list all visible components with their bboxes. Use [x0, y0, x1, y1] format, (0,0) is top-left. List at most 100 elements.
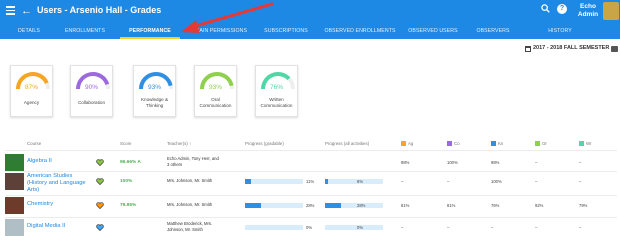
- tab-enrollments[interactable]: ENROLLMENTS: [60, 24, 110, 39]
- user-name-line1: Echo: [580, 3, 596, 10]
- course-thumbnail[interactable]: [5, 197, 24, 214]
- header-progress-gradable[interactable]: Progress (gradable): [245, 141, 284, 146]
- score-value: 79.95%: [120, 203, 137, 208]
- tab-observed-enrollments[interactable]: OBSERVED ENROLLMENTS: [322, 24, 398, 39]
- course-name-line1: American Studies: [27, 173, 73, 179]
- page-title: Users - Arsenio Hall - Grades: [37, 5, 162, 15]
- menu-icon[interactable]: [6, 6, 15, 15]
- performance-card[interactable]: 87% Agency: [10, 65, 53, 117]
- course-name-line2: (History and Language: [27, 180, 86, 186]
- course-name-line1: Chemistry: [27, 201, 54, 207]
- tab-observers[interactable]: OBSERVERS: [470, 24, 516, 39]
- course-link[interactable]: American Studies (History and Language Art…: [27, 173, 86, 194]
- course-thumbnail[interactable]: [5, 219, 24, 236]
- outcome-kn-value: 76%: [491, 203, 500, 208]
- header-or[interactable]: Or: [535, 141, 547, 146]
- course-name-line3: Arts): [27, 187, 40, 193]
- outcome-wr-value: 79%: [579, 203, 588, 208]
- wr-swatch: [579, 141, 584, 146]
- header-kn[interactable]: Kn: [491, 141, 503, 146]
- outcome-or-value: 92%: [535, 203, 544, 208]
- user-name-line2: Admin: [577, 11, 599, 18]
- teachers: Mrs. Johnson, Mr. Smith: [167, 202, 247, 208]
- tab-domain-permissions[interactable]: DOMAIN PERMISSIONS: [184, 24, 250, 39]
- teachers-line1: Mrs. Johnson, Mr. Smith: [167, 202, 213, 207]
- progress-all-label: 6%: [357, 179, 364, 184]
- header-co[interactable]: Co: [447, 141, 460, 146]
- avatar[interactable]: [603, 2, 619, 20]
- course-thumbnail[interactable]: [5, 154, 24, 171]
- row-divider: [5, 217, 617, 218]
- header-divider: [5, 150, 617, 151]
- outcome-ag-value: –: [401, 225, 404, 230]
- teachers: Echo Admin, Tony Herr, and 3 others: [167, 156, 247, 167]
- row-divider: [5, 171, 617, 172]
- card-percentage: 87%: [24, 84, 38, 91]
- progress-gradable-bar: [245, 203, 303, 208]
- card-label: Oral Communication: [195, 97, 236, 109]
- tab-observed-users[interactable]: OBSERVED USERS: [404, 24, 462, 39]
- help-icon[interactable]: ?: [557, 4, 567, 14]
- progress-gradable-fill: [245, 203, 262, 208]
- outcome-kn-value: 98%: [491, 160, 500, 165]
- outcome-wr-value: –: [579, 225, 582, 230]
- header-ag-label: Ag: [408, 141, 414, 146]
- progress-gradable-label: 11%: [306, 179, 315, 184]
- progress-all-fill: [325, 203, 342, 208]
- course-name-line1: Digital Media II: [27, 223, 66, 229]
- progress-gradable-fill: [245, 179, 252, 184]
- card-label: Agency: [11, 100, 52, 106]
- teachers-line2: 3 others: [167, 161, 183, 167]
- card-percentage: 93%: [208, 84, 222, 91]
- teachers-line1: Mrs. Johnson, Mr. Smith: [167, 178, 213, 183]
- app-header: ← Users - Arsenio Hall - Grades ? Echo A…: [0, 0, 620, 24]
- outcome-kn-value: –: [491, 225, 494, 230]
- performance-card[interactable]: 93% Oral Communication: [194, 65, 237, 117]
- tab-performance[interactable]: PERFORMANCE: [120, 24, 180, 39]
- course-link[interactable]: Chemistry: [27, 201, 53, 208]
- heart-icon: [96, 159, 104, 166]
- outcome-wr-value: –: [579, 160, 582, 165]
- course-thumbnail[interactable]: [5, 173, 24, 190]
- outcome-co-value: –: [447, 179, 450, 184]
- teachers-line2: Johnson, Mr. Smith: [167, 226, 203, 232]
- header-progress-all[interactable]: Progress (all activities): [325, 141, 369, 146]
- progress-gradable-label: 0%: [306, 225, 313, 230]
- performance-card[interactable]: 76% Written Communication: [255, 65, 298, 117]
- card-label: Knowledge & Thinking: [134, 97, 175, 109]
- performance-card[interactable]: 90% Collaboration: [70, 65, 113, 117]
- performance-card[interactable]: 93% Knowledge & Thinking: [133, 65, 176, 117]
- user-name[interactable]: Echo Admin: [574, 3, 602, 19]
- print-icon[interactable]: [611, 46, 618, 52]
- progress-all-bar: [325, 225, 383, 230]
- back-arrow-icon[interactable]: ←: [21, 3, 32, 19]
- heart-icon: [96, 224, 104, 231]
- course-link[interactable]: Digital Media II: [27, 223, 65, 230]
- header-co-label: Co: [454, 141, 460, 146]
- outcome-ag-value: 81%: [401, 203, 410, 208]
- card-label: Collaboration: [71, 100, 112, 106]
- header-ag[interactable]: Ag: [401, 141, 413, 146]
- semester-selector[interactable]: 2017 - 2018 FALL SEMESTER: [533, 45, 609, 51]
- tab-details[interactable]: DETAILS: [6, 24, 52, 39]
- card-percentage: 93%: [147, 84, 161, 91]
- progress-all-label: 28%: [357, 203, 366, 208]
- header-course[interactable]: Course: [27, 141, 41, 146]
- card-label-line1: Collaboration: [77, 100, 106, 105]
- card-label-line1: Agency: [23, 100, 40, 105]
- outcome-kn-value: 100%: [491, 179, 502, 184]
- header-score[interactable]: Score: [120, 141, 131, 146]
- tab-subscriptions[interactable]: SUBSCRIPTIONS: [258, 24, 314, 39]
- progress-gradable-label: 28%: [306, 203, 315, 208]
- course-link[interactable]: Algebra II: [27, 158, 52, 165]
- card-label: Written Communication: [256, 97, 297, 109]
- outcome-or-value: –: [535, 160, 538, 165]
- progress-all-bar: [325, 203, 383, 208]
- search-icon[interactable]: [541, 4, 550, 13]
- tab-history[interactable]: HISTORY: [540, 24, 580, 39]
- header-wr[interactable]: Wr: [579, 141, 592, 146]
- outcome-wr-value: –: [579, 179, 582, 184]
- or-swatch: [535, 141, 540, 146]
- header-teachers[interactable]: Teacher(s) ↑: [167, 141, 191, 146]
- co-swatch: [447, 141, 452, 146]
